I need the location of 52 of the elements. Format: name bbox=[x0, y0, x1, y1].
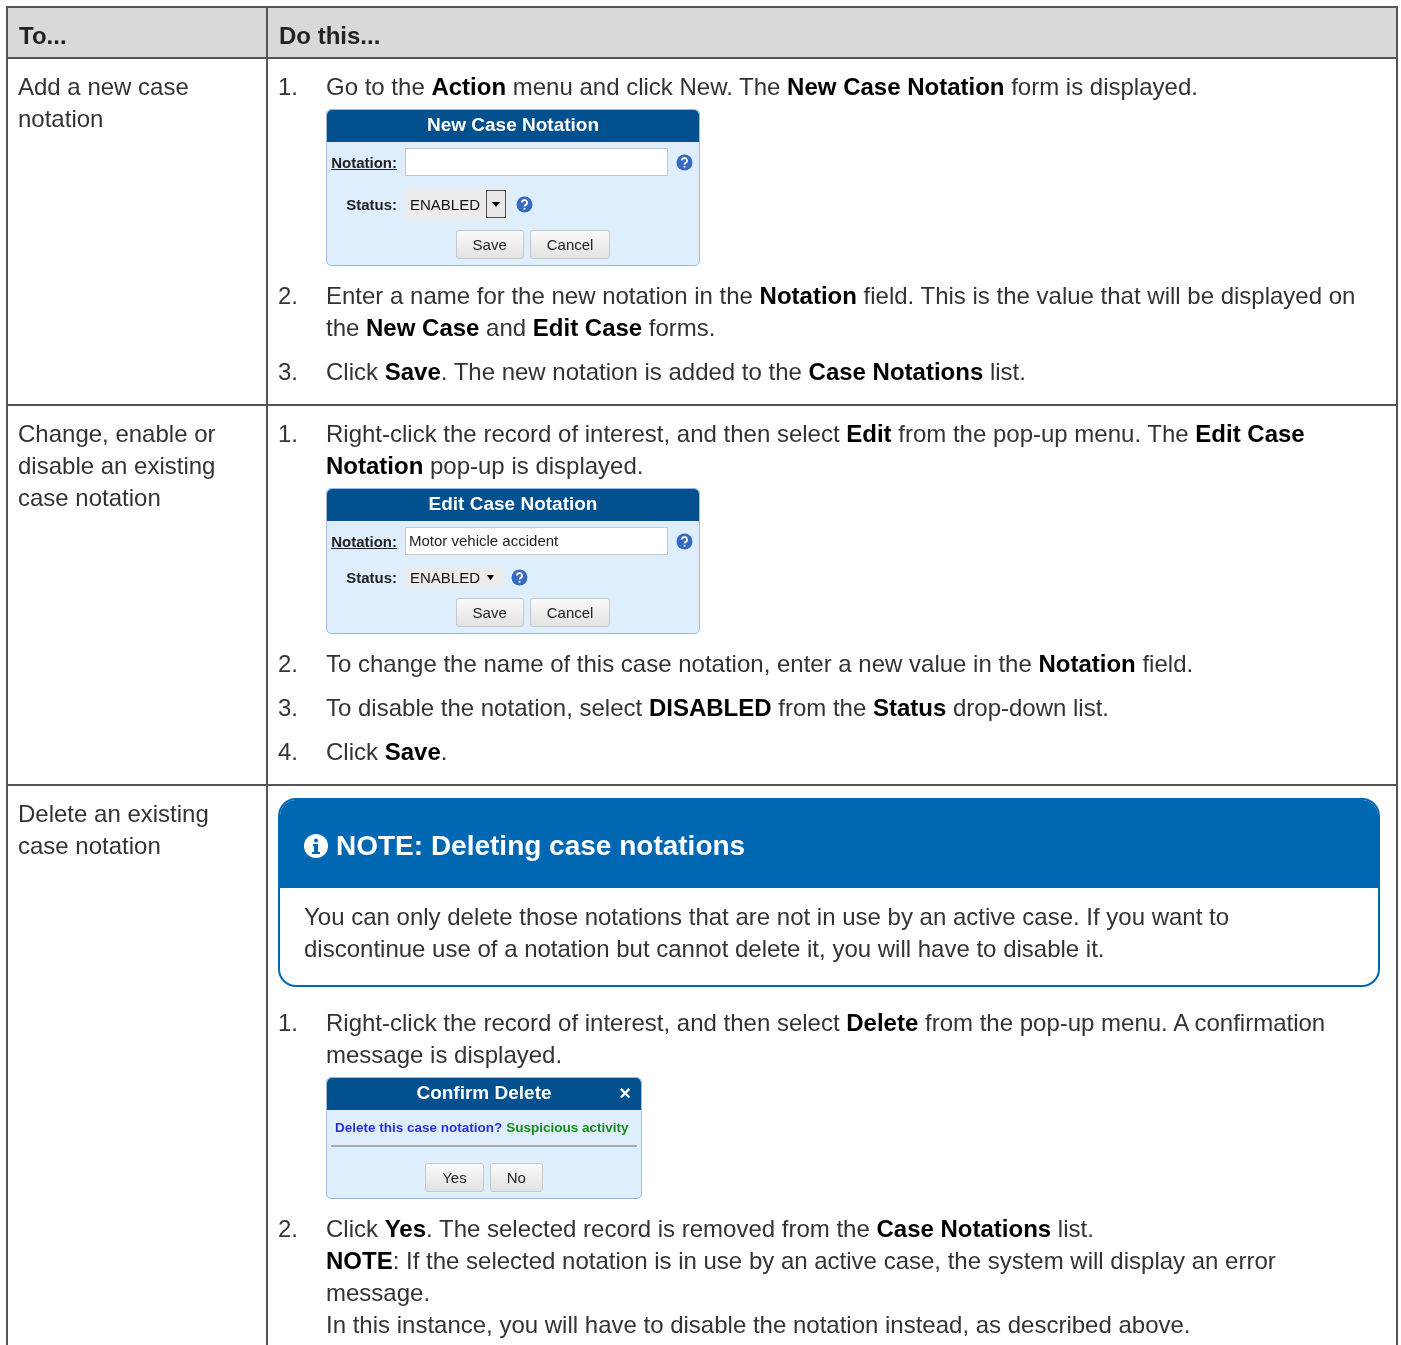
info-icon bbox=[304, 834, 328, 858]
field-label: Status: bbox=[345, 195, 397, 213]
step-text: Click Save. The new notation is added to the Case Notations list. bbox=[326, 357, 1027, 387]
step-text: Enter a name for the new notation in the Notation field. This is the value that will be displayed on the New Case and Edit Case forms. bbox=[326, 281, 1357, 343]
step-number: 3. bbox=[278, 357, 299, 387]
notation-input[interactable] bbox=[405, 148, 668, 176]
field-label: Status: bbox=[345, 569, 397, 586]
column-header: To... bbox=[7, 7, 267, 58]
help-icon[interactable] bbox=[516, 195, 534, 213]
step-text: Click Yes. The selected record is removed from the Case Notations list. bbox=[326, 1214, 1095, 1244]
task-text: Add a new case notation bbox=[18, 72, 190, 134]
help-icon[interactable] bbox=[676, 532, 693, 550]
step-number: 1. bbox=[278, 419, 299, 449]
step-number: 2. bbox=[278, 281, 299, 311]
step-number: 1. bbox=[278, 72, 299, 102]
close-button[interactable]: × bbox=[619, 1082, 631, 1105]
dialog-button[interactable]: No bbox=[489, 1163, 543, 1192]
dialog-button[interactable]: Cancel bbox=[529, 598, 611, 627]
confirm-message: Delete this case notation? bbox=[335, 1120, 503, 1135]
status-dropdown[interactable]: ENABLED bbox=[405, 188, 509, 220]
step-text: NOTE: If the selected notation is in use by an active case, the system will display an error message. bbox=[326, 1246, 1277, 1308]
column-header: Do this... bbox=[267, 7, 1397, 58]
field-label: Notation: bbox=[331, 532, 397, 550]
step-number: 4. bbox=[278, 737, 299, 767]
help-icon[interactable] bbox=[676, 153, 693, 171]
dialog-button[interactable]: Save bbox=[455, 598, 524, 627]
dialog-title: New Case Notation bbox=[327, 110, 699, 142]
dialog-title: Confirm Delete bbox=[416, 1082, 552, 1104]
step-number: 1. bbox=[278, 1008, 299, 1038]
step-text: To change the name of this case notation, enter a new value in the Notation field. bbox=[326, 649, 1195, 679]
step-text: Click Save. bbox=[326, 737, 449, 767]
notation-name: Suspicious activity bbox=[506, 1120, 629, 1135]
help-icon[interactable] bbox=[511, 569, 529, 586]
step-number: 2. bbox=[278, 1214, 299, 1244]
notation-input[interactable]: Motor vehicle accident bbox=[405, 527, 668, 555]
step-text: Right-click the record of interest, and then select Delete from the pop-up menu. A confirmation message is displayed. bbox=[326, 1008, 1327, 1070]
step-number: 2. bbox=[278, 649, 299, 679]
step-text: To disable the notation, select DISABLED from the Status drop-down list. bbox=[326, 693, 1111, 723]
status-dropdown[interactable]: ENABLED bbox=[405, 567, 504, 588]
dialog-button[interactable]: Yes bbox=[425, 1163, 484, 1192]
step-text: Right-click the record of interest, and then select Edit from the pop-up menu. The Edit Case Notation pop-up is displayed. bbox=[326, 419, 1306, 481]
step-text: Go to the Action menu and click New. The New Case Notation form is displayed. bbox=[326, 72, 1199, 102]
dialog-title: Edit Case Notation bbox=[327, 489, 699, 521]
task-text: Change, enable or disable an existing case notation bbox=[18, 419, 217, 513]
dialog-button[interactable]: Cancel bbox=[529, 230, 611, 259]
step-text: In this instance, you will have to disable the notation instead, as described above. bbox=[326, 1310, 1192, 1340]
dialog-button[interactable]: Save bbox=[455, 230, 524, 259]
note-text: You can only delete those notations that are not in use by an active case. If you want to discontinue use of a notation but cannot delete it, you will have to disable it. bbox=[303, 902, 1231, 964]
step-number: 3. bbox=[278, 693, 299, 723]
field-label: Notation: bbox=[331, 153, 397, 171]
task-text: Delete an existing case notation bbox=[18, 799, 210, 861]
note-title: NOTE: Deleting case notations bbox=[336, 829, 746, 863]
